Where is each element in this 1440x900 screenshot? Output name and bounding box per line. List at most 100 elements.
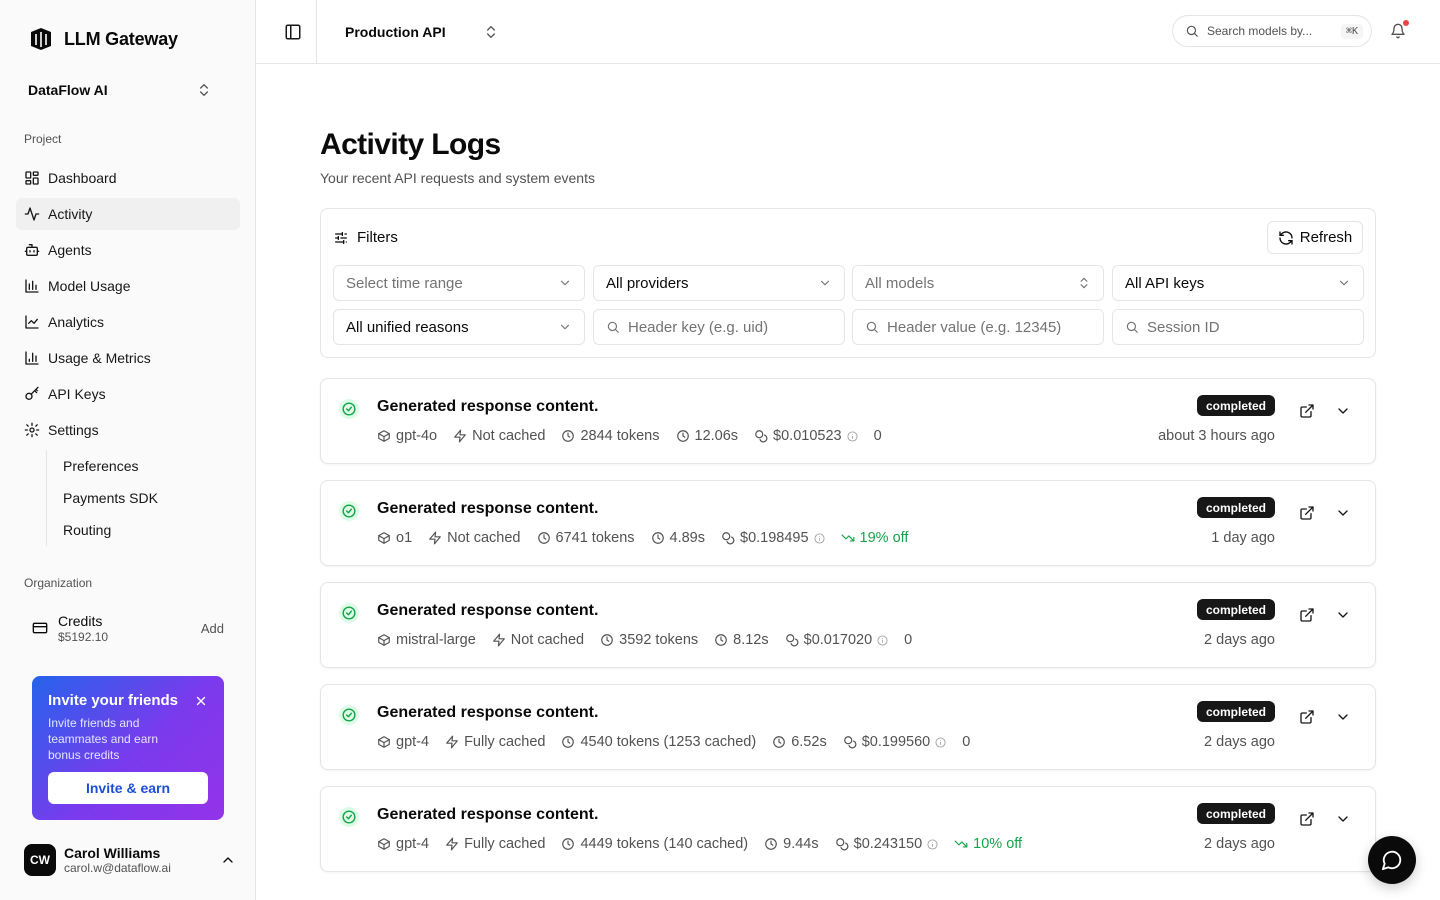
box-icon [377,633,391,647]
external-link-icon[interactable] [1299,811,1315,827]
chevron-down-icon[interactable] [1335,709,1351,725]
log-model: gpt-4o [377,428,437,444]
bell-icon[interactable] [1390,19,1410,39]
sidebar-item-activity[interactable]: Activity [16,198,240,230]
log-title: Generated response content. [377,500,599,517]
invite-earn-button[interactable]: Invite & earn [48,772,208,804]
info-icon[interactable] [877,634,888,646]
sidebar-item-usage-metrics[interactable]: Usage & Metrics [16,342,240,374]
log-row[interactable]: Generated response content. gpt-4 Fully … [320,786,1376,872]
log-meta: gpt-4o Not cached 2844 tokens 12.06s $0.… [377,428,882,444]
key-icon [24,386,40,402]
user-menu[interactable]: CW Carol Williams carol.w@dataflow.ai [24,842,236,878]
log-duration-value: 4.89s [669,530,705,546]
credits-item[interactable]: Credits $5192.10 Add [16,608,240,648]
log-timestamp: 2 days ago [1204,836,1275,852]
external-link-icon[interactable] [1299,607,1315,623]
clock-icon [651,531,665,545]
log-duration: 12.06s [676,428,738,444]
sidebar-toggle-icon[interactable] [284,23,302,41]
log-tokens-value: 6741 tokens [555,530,635,546]
message-circle-icon [1381,849,1403,871]
info-icon[interactable] [927,838,938,850]
coins-icon [721,531,735,545]
log-meta: gpt-4 Fully cached 4540 tokens (1253 cac… [377,734,970,750]
sidebar-item-model-usage[interactable]: Model Usage [16,270,240,302]
sidebar-subitem-routing[interactable]: Routing [47,514,240,546]
log-model: gpt-4 [377,734,429,750]
brand[interactable]: LLM Gateway [28,26,178,52]
box-icon [377,837,391,851]
info-icon[interactable] [847,430,858,442]
chat-button[interactable] [1368,836,1416,884]
chevron-down-icon[interactable] [1335,811,1351,827]
log-tokens: 4540 tokens (1253 cached) [561,734,756,750]
chevron-down-icon [558,276,572,290]
credit-card-icon [32,620,48,636]
log-timestamp: 2 days ago [1204,632,1275,648]
info-icon[interactable] [935,736,946,748]
chevron-down-icon[interactable] [1335,403,1351,419]
chevron-down-icon [818,276,832,290]
check-circle-icon [339,807,359,827]
add-credits-button[interactable]: Add [201,621,224,636]
reasons-value: All unified reasons [346,318,469,336]
log-timestamp: 2 days ago [1204,734,1275,750]
providers-select[interactable]: All providers [593,265,845,301]
log-row[interactable]: Generated response content. gpt-4 Fully … [320,684,1376,770]
session-id-placeholder: Session ID [1147,318,1220,336]
reasons-select[interactable]: All unified reasons [333,309,585,345]
log-cost: $0.199560 [843,734,947,750]
log-tokens: 3592 tokens [600,632,698,648]
sidebar-item-dashboard[interactable]: Dashboard [16,162,240,194]
log-meta: o1 Not cached 6741 tokens 4.89s $0.19849… [377,530,908,546]
page-subtitle: Your recent API requests and system even… [320,170,595,186]
log-row[interactable]: Generated response content. o1 Not cache… [320,480,1376,566]
clock-icon [537,531,551,545]
log-cost-value: $0.010523 [773,428,842,444]
activity-icon [24,206,40,222]
zap-icon [453,429,467,443]
header-key-input[interactable]: Header key (e.g. uid) [593,309,845,345]
close-icon[interactable] [194,694,208,708]
notification-dot [1402,19,1410,27]
sidebar-item-settings[interactable]: Settings [16,414,240,446]
refresh-button[interactable]: Refresh [1267,221,1363,254]
header-value-input[interactable]: Header value (e.g. 12345) [852,309,1104,345]
sidebar-subitem-preferences[interactable]: Preferences [47,450,240,482]
time-range-select[interactable]: Select time range [333,265,585,301]
external-link-icon[interactable] [1299,505,1315,521]
log-model-value: gpt-4 [396,836,430,852]
log-cost-value: $0.017020 [803,632,873,648]
org-switcher[interactable]: DataFlow AI [16,74,224,106]
info-icon[interactable] [814,532,825,544]
sidebar-item-api-keys[interactable]: API Keys [16,378,240,410]
models-select[interactable]: All models [852,265,1104,301]
log-title: Generated response content. [377,602,599,619]
log-row[interactable]: Generated response content. gpt-4o Not c… [320,378,1376,464]
search-input[interactable]: Search models by... ⌘K [1172,15,1372,47]
log-cost-value: $0.243150 [853,836,923,852]
chevron-down-icon[interactable] [1335,505,1351,521]
external-link-icon[interactable] [1299,709,1315,725]
sidebar-item-agents[interactable]: Agents [16,234,240,266]
clock-icon [600,633,614,647]
credits-title: Credits [58,612,103,629]
sidebar-item-analytics[interactable]: Analytics [16,306,240,338]
coins-icon [843,735,857,749]
session-id-input[interactable]: Session ID [1112,309,1364,345]
log-cost-value: $0.199560 [861,734,931,750]
sidebar-item-label: Activity [48,206,93,222]
api-keys-select[interactable]: All API keys [1112,265,1364,301]
chevron-down-icon[interactable] [1335,607,1351,623]
external-link-icon[interactable] [1299,403,1315,419]
brand-name: LLM Gateway [64,28,178,49]
log-row[interactable]: Generated response content. mistral-larg… [320,582,1376,668]
sidebar-item-label: Analytics [48,314,105,330]
coins-icon [835,837,849,851]
invite-description: Invite friends and teammates and earn bo… [48,716,159,762]
api-keys-value: All API keys [1125,274,1205,292]
project-selector[interactable]: Production API [345,20,499,44]
search-icon [1185,24,1199,38]
sidebar-subitem-payments-sdk[interactable]: Payments SDK [47,482,240,514]
